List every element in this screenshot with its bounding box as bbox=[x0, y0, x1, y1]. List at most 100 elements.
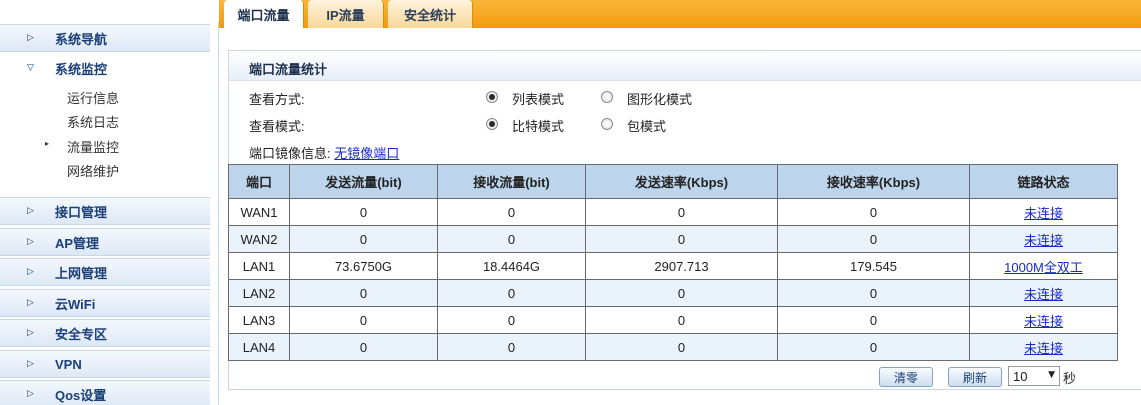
sidebar-subitem-system-log[interactable]: 系统日志 bbox=[0, 108, 210, 132]
sidebar-subitem-label: 流量监控 bbox=[67, 140, 120, 155]
cell-tx-rate: 0 bbox=[585, 198, 778, 226]
tab-port-traffic[interactable]: 端口流量 bbox=[224, 0, 304, 28]
table-row: LAN3 0 0 0 0 未连接 bbox=[228, 306, 1118, 334]
column-header-tx-traffic: 发送流量(bit) bbox=[289, 164, 438, 199]
tab-label: 安全统计 bbox=[403, 7, 456, 23]
sidebar-item-system-monitor[interactable]: ▽ 系统监控 bbox=[0, 54, 210, 82]
radio-graph-mode[interactable] bbox=[601, 91, 613, 103]
cell-link-status: 1000M全双工 bbox=[969, 252, 1118, 280]
radio-bit-mode[interactable] bbox=[486, 118, 498, 130]
cell-tx-traffic: 0 bbox=[289, 225, 438, 253]
table-header-row: 端口 发送流量(bit) 接收流量(bit) 发送速率(Kbps) 接收速率(K… bbox=[228, 164, 1118, 199]
view-mode-label: 查看模式: bbox=[249, 119, 305, 134]
cell-rx-traffic: 0 bbox=[437, 225, 586, 253]
sidebar-subitem-run-info[interactable]: 运行信息 bbox=[0, 84, 210, 108]
arrow-right-small-icon: ▸ bbox=[45, 139, 50, 148]
cell-link-status: 未连接 bbox=[969, 279, 1118, 307]
cell-tx-traffic: 0 bbox=[289, 306, 438, 334]
mirror-info-text: 端口镜像信息: 无镜像端口 bbox=[249, 143, 399, 162]
sidebar-item-label: VPN bbox=[55, 356, 82, 372]
sidebar-item-security-zone[interactable]: ▷ 安全专区 bbox=[0, 319, 210, 347]
sidebar: ▷ 系统导航 ▽ 系统监控 运行信息 系统日志 ▸ 流量监控 网络维护 ▷ 接口… bbox=[0, 0, 219, 405]
arrow-right-icon: ▷ bbox=[27, 389, 34, 399]
cell-rx-traffic: 0 bbox=[437, 306, 586, 334]
link-status-link[interactable]: 未连接 bbox=[1024, 206, 1063, 221]
tab-label: IP流量 bbox=[326, 7, 365, 23]
cell-rx-rate: 0 bbox=[777, 279, 970, 307]
cell-port: LAN3 bbox=[228, 306, 290, 334]
refresh-interval-select[interactable]: 10 ▼ bbox=[1008, 366, 1060, 386]
arrow-down-icon: ▽ bbox=[27, 63, 34, 73]
sidebar-item-label: 接口管理 bbox=[55, 204, 108, 220]
arrow-right-icon: ▷ bbox=[27, 267, 34, 277]
cell-rx-traffic: 0 bbox=[437, 279, 586, 307]
sidebar-item-label: AP管理 bbox=[55, 235, 100, 251]
sidebar-subitem-label: 系统日志 bbox=[67, 115, 120, 130]
link-status-link[interactable]: 未连接 bbox=[1024, 341, 1063, 356]
panel-title-bar: 端口流量统计 bbox=[229, 51, 1141, 81]
refresh-interval-unit: 秒 bbox=[1063, 371, 1077, 386]
radio-list-mode[interactable] bbox=[486, 91, 498, 103]
cell-link-status: 未连接 bbox=[969, 333, 1118, 361]
cell-tx-traffic: 73.6750G bbox=[289, 252, 438, 280]
cell-link-status: 未连接 bbox=[969, 225, 1118, 253]
arrow-right-icon: ▷ bbox=[27, 359, 34, 369]
cell-link-status: 未连接 bbox=[969, 198, 1118, 226]
cell-port: WAN2 bbox=[228, 225, 290, 253]
radio-packet-mode-label[interactable]: 包模式 bbox=[627, 116, 666, 135]
sidebar-subitem-label: 运行信息 bbox=[67, 91, 120, 106]
view-mode-row: 查看模式: 比特模式 包模式 bbox=[249, 114, 1129, 134]
radio-graph-mode-label[interactable]: 图形化模式 bbox=[627, 89, 692, 108]
table-row: WAN2 0 0 0 0 未连接 bbox=[228, 225, 1118, 253]
cell-tx-rate: 0 bbox=[585, 279, 778, 307]
arrow-right-icon: ▷ bbox=[27, 328, 34, 338]
refresh-button[interactable]: 刷新 bbox=[948, 367, 1002, 387]
mirror-port-link[interactable]: 无镜像端口 bbox=[334, 146, 399, 161]
cell-port: LAN1 bbox=[228, 252, 290, 280]
table-row: LAN4 0 0 0 0 未连接 bbox=[228, 333, 1118, 361]
link-status-link[interactable]: 1000M全双工 bbox=[1004, 260, 1083, 275]
cell-tx-traffic: 0 bbox=[289, 279, 438, 307]
view-method-row: 查看方式: 列表模式 图形化模式 bbox=[249, 87, 1129, 107]
arrow-right-icon: ▷ bbox=[27, 298, 34, 308]
sidebar-item-qos-settings[interactable]: ▷ Qos设置 bbox=[0, 380, 210, 405]
sidebar-item-label: 系统导航 bbox=[55, 31, 108, 47]
radio-packet-mode[interactable] bbox=[601, 118, 613, 130]
sidebar-item-label: 云WiFi bbox=[55, 296, 96, 312]
panel-title: 端口流量统计 bbox=[249, 62, 328, 77]
cell-rx-traffic: 0 bbox=[437, 333, 586, 361]
link-status-link[interactable]: 未连接 bbox=[1024, 287, 1063, 302]
radio-bit-mode-label[interactable]: 比特模式 bbox=[512, 116, 564, 135]
sidebar-subitem-traffic-monitor[interactable]: ▸ 流量监控 bbox=[0, 133, 210, 157]
link-status-link[interactable]: 未连接 bbox=[1024, 233, 1063, 248]
radio-list-mode-label[interactable]: 列表模式 bbox=[512, 89, 564, 108]
cell-rx-traffic: 18.4464G bbox=[437, 252, 586, 280]
sidebar-item-interface-management[interactable]: ▷ 接口管理 bbox=[0, 197, 210, 225]
link-status-link[interactable]: 未连接 bbox=[1024, 314, 1063, 329]
refresh-button-label: 刷新 bbox=[962, 370, 987, 385]
sidebar-subitem-label: 网络维护 bbox=[67, 164, 120, 179]
sidebar-item-system-nav[interactable]: ▷ 系统导航 bbox=[0, 24, 210, 52]
sidebar-item-vpn[interactable]: ▷ VPN bbox=[0, 350, 210, 378]
sidebar-subitem-network-maintenance[interactable]: 网络维护 bbox=[0, 157, 210, 181]
cell-rx-rate: 0 bbox=[777, 333, 970, 361]
column-header-rx-traffic: 接收流量(bit) bbox=[437, 164, 586, 199]
clear-button[interactable]: 清零 bbox=[879, 367, 933, 387]
table-row: WAN1 0 0 0 0 未连接 bbox=[228, 198, 1118, 226]
sidebar-item-internet-management[interactable]: ▷ 上网管理 bbox=[0, 258, 210, 286]
cell-tx-traffic: 0 bbox=[289, 333, 438, 361]
sidebar-item-ap-management[interactable]: ▷ AP管理 bbox=[0, 228, 210, 256]
cell-rx-rate: 0 bbox=[777, 306, 970, 334]
cell-rx-rate: 179.545 bbox=[777, 252, 970, 280]
tab-ip-traffic[interactable]: IP流量 bbox=[308, 0, 384, 28]
sidebar-item-label: 上网管理 bbox=[55, 265, 108, 281]
cell-rx-traffic: 0 bbox=[437, 198, 586, 226]
table-row: LAN1 73.6750G 18.4464G 2907.713 179.545 … bbox=[228, 252, 1118, 280]
sidebar-top-spacer bbox=[0, 0, 219, 22]
tab-bar: 端口流量 IP流量 安全统计 bbox=[219, 0, 1141, 28]
column-header-link-status: 链路状态 bbox=[969, 164, 1118, 199]
tab-security-stats[interactable]: 安全统计 bbox=[388, 0, 473, 28]
cell-tx-rate: 0 bbox=[585, 225, 778, 253]
sidebar-item-label: Qos设置 bbox=[55, 387, 107, 403]
sidebar-item-cloud-wifi[interactable]: ▷ 云WiFi bbox=[0, 289, 210, 317]
